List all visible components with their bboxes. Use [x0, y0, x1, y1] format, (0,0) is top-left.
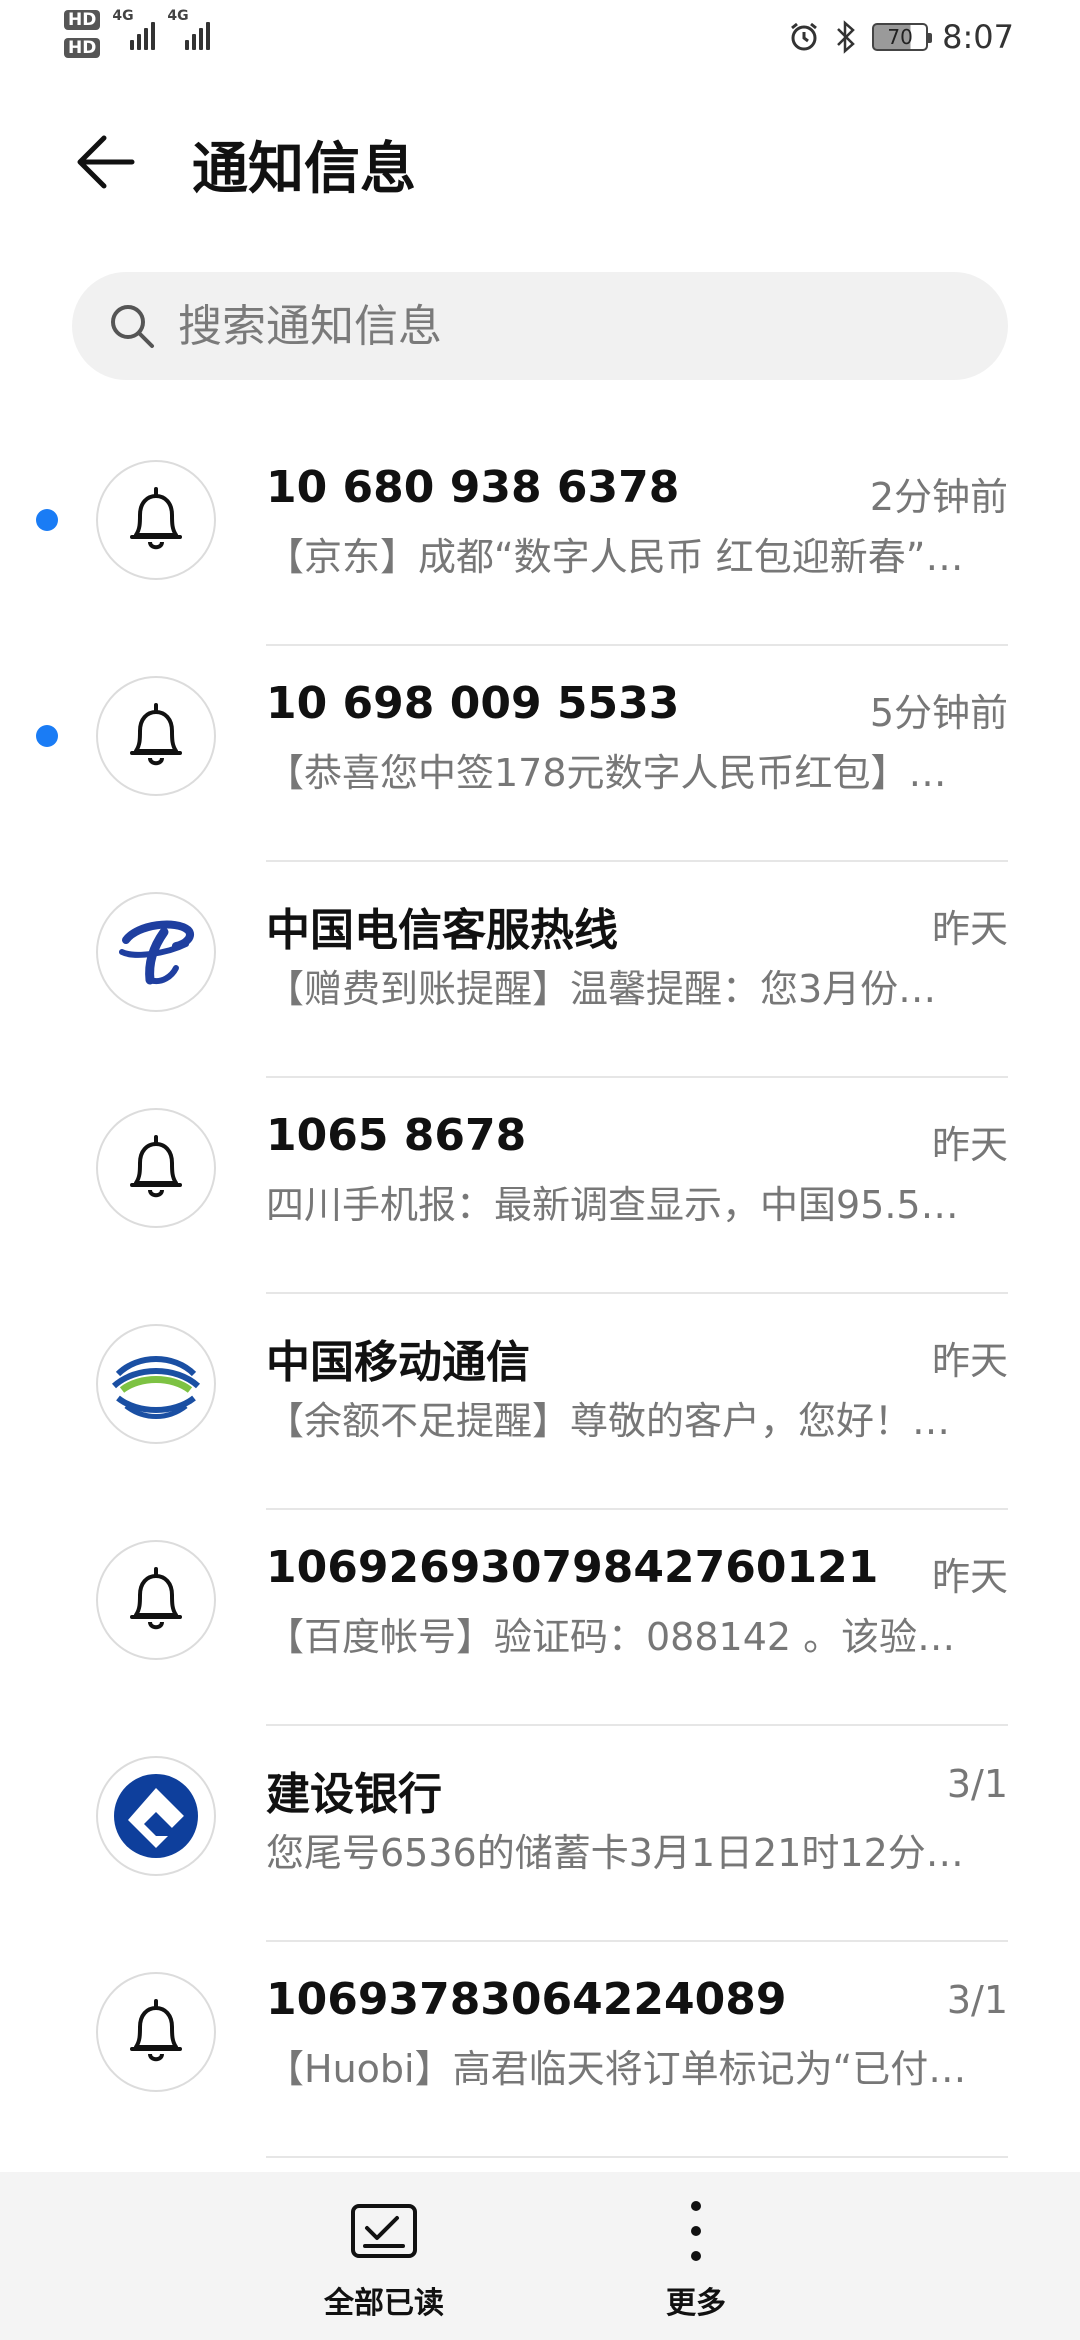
message-time: 2分钟前 [869, 475, 1008, 519]
battery-icon: 70 [872, 23, 933, 51]
message-preview: 【余额不足提醒】尊敬的客户，您好！… [266, 1399, 951, 1443]
list-item[interactable]: 10692693079842760121 昨天 【百度帐号】验证码：088142… [0, 1510, 1080, 1726]
signal-1-icon: 4G [112, 8, 156, 50]
mark-all-read-label: 全部已读 [324, 2286, 444, 2321]
list-item[interactable]: 中国电信客服热线 昨天 【赠费到账提醒】温馨提醒：您3月份… [0, 862, 1080, 1078]
message-time: 5分钟前 [869, 691, 1008, 735]
list-item[interactable]: 1065 8678 昨天 四川手机报：最新调查显示，中国95.5… [0, 1078, 1080, 1294]
bluetooth-icon [837, 20, 855, 54]
clock: 8:07 [942, 18, 1014, 56]
message-preview: 您尾号6536的储蓄卡3月1日21时12分… [266, 1831, 964, 1875]
bottom-toolbar: 全部已读 更多 [0, 2172, 1080, 2340]
china-mobile-logo [96, 1324, 216, 1444]
mark-read-icon [351, 2204, 417, 2258]
message-time: 3/1 [946, 1978, 1008, 2022]
list-item[interactable]: 中国移动通信 昨天 【余额不足提醒】尊敬的客户，您好！… [0, 1294, 1080, 1510]
hd2-icon: HD [64, 38, 101, 58]
message-time: 昨天 [931, 1555, 1008, 1599]
list-item[interactable]: 10 698 009 5533 5分钟前 【恭喜您中签178元数字人民币红包】… [0, 646, 1080, 862]
status-bar: HD HD 4G 4G 70 8:07 [0, 0, 1080, 75]
china-telecom-logo [96, 892, 216, 1012]
status-right: 70 8:07 [788, 18, 1014, 56]
bell-icon [96, 1108, 216, 1228]
message-sender: 中国电信客服热线 [266, 905, 618, 956]
more-vertical-icon [691, 2201, 701, 2261]
message-sender: 中国移动通信 [266, 1337, 530, 1388]
message-sender: 10 698 009 5533 [266, 678, 680, 729]
mark-all-read-button[interactable]: 全部已读 [284, 2200, 484, 2322]
ccb-logo [96, 1756, 216, 1876]
bell-icon [96, 676, 216, 796]
unread-dot [36, 509, 58, 531]
message-preview: 【恭喜您中签178元数字人民币红包】… [266, 751, 947, 795]
search-input[interactable] [178, 300, 958, 352]
status-left: HD HD 4G 4G [64, 8, 211, 58]
notification-messages-screen: HD HD 4G 4G 70 8:07 通知信息 搜索通知信息 10 680 9… [0, 0, 1080, 2340]
message-time: 昨天 [931, 1339, 1008, 1383]
search-icon [111, 305, 154, 348]
message-sender: 1065 8678 [266, 1110, 527, 1161]
message-time: 3/1 [946, 1762, 1008, 1806]
message-preview: 四川手机报：最新调查显示，中国95.5… [266, 1183, 959, 1227]
message-preview: 【京东】成都“数字人民币 红包迎新春”… [266, 535, 964, 579]
page-title: 通知信息 [192, 137, 416, 202]
list-item[interactable]: 10 680 938 6378 2分钟前 【京东】成都“数字人民币 红包迎新春”… [0, 430, 1080, 646]
list-item[interactable]: 10693783064224089 3/1 【Huobi】高君临天将订单标记为“… [0, 1942, 1080, 2158]
message-list: 10 680 938 6378 2分钟前 【京东】成都“数字人民币 红包迎新春”… [0, 430, 1080, 2158]
bell-icon [96, 460, 216, 580]
message-sender: 建设银行 [266, 1769, 442, 1820]
message-preview: 【Huobi】高君临天将订单标记为“已付… [266, 2047, 967, 2091]
app-header: 通知信息 [0, 110, 1080, 210]
back-arrow-icon[interactable] [72, 126, 144, 198]
hd1-icon: HD [64, 10, 101, 30]
unread-dot [36, 725, 58, 747]
more-button[interactable]: 更多 [596, 2200, 796, 2322]
message-preview: 【百度帐号】验证码：088142 。该验… [266, 1615, 956, 1659]
bell-icon [96, 1972, 216, 2092]
bell-icon [96, 1540, 216, 1660]
message-time: 昨天 [931, 907, 1008, 951]
message-time: 昨天 [931, 1123, 1008, 1167]
message-sender: 10 680 938 6378 [266, 462, 680, 513]
more-label: 更多 [666, 2286, 726, 2321]
message-preview: 【赠费到账提醒】温馨提醒：您3月份… [266, 967, 937, 1011]
alarm-icon [791, 22, 818, 51]
signal-2-icon: 4G [167, 8, 211, 50]
message-sender: 10692693079842760121 [266, 1542, 879, 1593]
divider [266, 2156, 1008, 2158]
message-sender: 10693783064224089 [266, 1974, 787, 2025]
search-bar[interactable] [72, 272, 1008, 380]
list-item[interactable]: 建设银行 3/1 您尾号6536的储蓄卡3月1日21时12分… [0, 1726, 1080, 1942]
